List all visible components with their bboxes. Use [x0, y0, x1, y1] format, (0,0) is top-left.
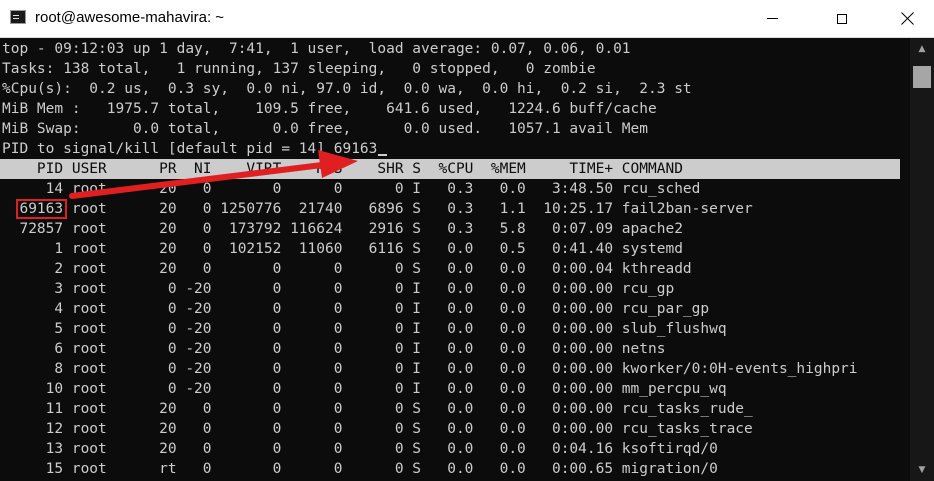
cpu-line: %Cpu(s): 0.2 us, 0.3 sy, 0.0 ni, 97.0 id…	[2, 81, 692, 97]
maximize-button[interactable]	[819, 0, 865, 37]
table-row: 13 root 20 0 0 0 0 S 0.0 0.0 0:04.16 kso…	[2, 441, 718, 457]
table-row: 69163 root 20 0 1250776 21740 6896 S 0.3…	[2, 201, 753, 217]
table-row: 5 root 0 -20 0 0 0 I 0.0 0.0 0:00.00 slu…	[2, 321, 727, 337]
tasks-line: Tasks: 138 total, 1 running, 137 sleepin…	[2, 61, 596, 77]
table-row: 72857 root 20 0 173792 116624 2916 S 0.3…	[2, 221, 683, 237]
minimize-button[interactable]	[749, 0, 795, 37]
terminal-output[interactable]: top - 09:12:03 up 1 day, 7:41, 1 user, l…	[0, 38, 910, 481]
pid-input[interactable]: 69163	[334, 141, 378, 157]
text-cursor	[378, 154, 388, 156]
table-row: 1 root 20 0 102152 11060 6116 S 0.0 0.5 …	[2, 241, 683, 257]
vertical-scrollbar[interactable]: ▲ ▼	[910, 38, 934, 481]
prompt-label: PID to signal/kill [default pid = 14]	[2, 141, 334, 157]
table-row: 10 root 0 -20 0 0 0 I 0.0 0.0 0:00.00 mm…	[2, 381, 727, 397]
table-row: 4 root 0 -20 0 0 0 I 0.0 0.0 0:00.00 rcu…	[2, 301, 710, 317]
uptime-line: top - 09:12:03 up 1 day, 7:41, 1 user, l…	[2, 41, 631, 57]
table-row: 3 root 0 -20 0 0 0 I 0.0 0.0 0:00.00 rcu…	[2, 281, 675, 297]
table-row: 6 root 0 -20 0 0 0 I 0.0 0.0 0:00.00 net…	[2, 341, 666, 357]
window-title: root@awesome-mahavira: ~	[35, 9, 225, 26]
kill-prompt[interactable]: PID to signal/kill [default pid = 14] 69…	[2, 139, 388, 159]
minimize-icon	[766, 18, 778, 19]
table-row: 8 root 0 -20 0 0 0 I 0.0 0.0 0:00.00 kwo…	[2, 361, 858, 377]
table-row: 15 root rt 0 0 0 0 S 0.0 0.0 0:00.65 mig…	[2, 461, 718, 477]
mem-line: MiB Mem : 1975.7 total, 109.5 free, 641.…	[2, 101, 657, 117]
table-row: 2 root 20 0 0 0 0 S 0.0 0.0 0:00.04 kthr…	[2, 261, 692, 277]
scrollbar-thumb[interactable]	[913, 66, 931, 88]
table-row: 12 root 20 0 0 0 0 S 0.0 0.0 0:00.00 rcu…	[2, 421, 753, 437]
maximize-icon	[837, 13, 847, 24]
title-bar[interactable]: root@awesome-mahavira: ~	[0, 0, 934, 38]
scroll-down-icon[interactable]: ▼	[910, 459, 934, 481]
swap-line: MiB Swap: 0.0 total, 0.0 free, 0.0 used.…	[2, 121, 649, 137]
pid-highlight-box	[16, 199, 67, 219]
close-icon	[901, 12, 914, 25]
close-button[interactable]	[884, 0, 930, 37]
table-row: 11 root 20 0 0 0 0 S 0.0 0.0 0:00.00 rcu…	[2, 401, 753, 417]
table-header: PID USER PR NI VIRT RES SHR S %CPU %MEM …	[2, 161, 683, 177]
scroll-up-icon[interactable]: ▲	[910, 38, 934, 60]
terminal-icon	[10, 10, 26, 24]
table-row: 14 root 20 0 0 0 0 I 0.3 0.0 3:48.50 rcu…	[2, 181, 701, 197]
